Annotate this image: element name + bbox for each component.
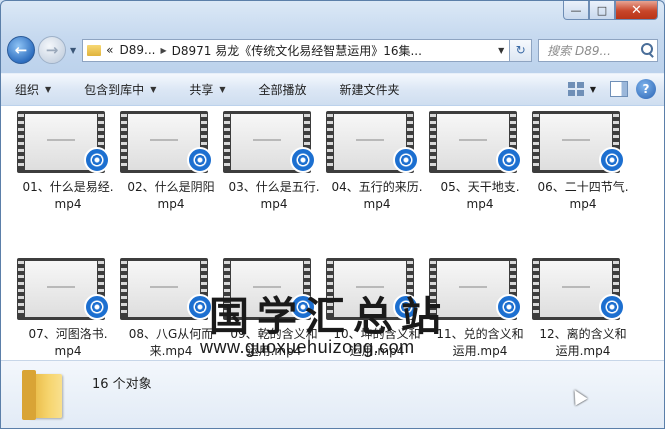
close-button[interactable]: ✕	[615, 1, 658, 20]
media-player-icon	[84, 294, 110, 320]
explorer-window: — □ ✕ ← → ▼ « D89... ▶ D8971 易龙《传统文化易经智慧…	[0, 0, 665, 429]
file-name-line1: 01、什么是易经.	[22, 180, 114, 194]
file-name-line1: 07、河图洛书.	[28, 327, 108, 341]
file-name-line1: 03、什么是五行.	[228, 180, 320, 194]
back-button[interactable]: ←	[7, 36, 35, 64]
media-player-icon	[496, 294, 522, 320]
breadcrumb-overflow[interactable]: «	[106, 43, 113, 57]
item-count: 16 个对象	[92, 377, 152, 392]
play-all-button[interactable]: 全部播放	[259, 81, 307, 98]
address-dropdown-icon[interactable]: ▼	[493, 46, 509, 55]
file-name-line2: mp4	[569, 197, 597, 211]
chevron-down-icon: ▼	[45, 85, 52, 94]
file-name[interactable]: 02、什么是阴阳 mp4	[112, 179, 230, 213]
media-player-icon	[599, 147, 625, 173]
navigation-row: ← → ▼ « D89... ▶ D8971 易龙《传统文化易经智慧运用》16集…	[7, 35, 658, 65]
minimize-button[interactable]: —	[563, 1, 589, 20]
chevron-down-icon: ▼	[150, 85, 157, 94]
media-player-icon	[599, 294, 625, 320]
organize-menu[interactable]: 组织 ▼	[15, 81, 51, 98]
film-strip-icon	[121, 114, 127, 170]
file-name-line2: 运用.mp4	[555, 344, 611, 358]
maximize-button[interactable]: □	[589, 1, 615, 20]
file-name-line2: mp4	[54, 197, 82, 211]
file-name[interactable]: 12、离的含义和 运用.mp4	[524, 326, 642, 360]
file-name[interactable]: 04、五行的来历. mp4	[318, 179, 436, 213]
folder-icon	[87, 44, 102, 56]
media-player-icon	[290, 147, 316, 173]
search-icon[interactable]	[637, 40, 657, 60]
film-strip-icon	[430, 114, 436, 170]
film-strip-icon	[327, 114, 333, 170]
media-player-icon	[496, 147, 522, 173]
folder-icon	[22, 370, 62, 420]
search-input[interactable]: 搜索 D89...	[547, 42, 637, 59]
file-name-line2: mp4	[157, 197, 185, 211]
details-pane: 16 个对象	[1, 360, 664, 428]
recent-pages-dropdown[interactable]: ▼	[70, 46, 76, 55]
help-icon[interactable]: ?	[636, 79, 656, 99]
watermark-url: www.guoxuehuizong.com	[200, 337, 415, 357]
search-box[interactable]: 搜索 D89...	[538, 38, 658, 62]
mouse-cursor-icon	[568, 386, 588, 406]
file-list: 01、什么是易经. mp4 02、什么是阴阳 mp4 03、什么是五行. mp4 04、五行…	[1, 106, 664, 360]
include-in-library-label: 包含到库中	[84, 83, 145, 97]
refresh-button[interactable]: ↻	[510, 38, 533, 62]
forward-button[interactable]: →	[38, 36, 66, 64]
organize-label: 组织	[15, 83, 40, 97]
file-name[interactable]: 07、河图洛书. mp4	[9, 326, 127, 360]
file-name-line1: 06、二十四节气.	[537, 180, 629, 194]
address-bar[interactable]: « D89... ▶ D8971 易龙《传统文化易经智慧运用》16集... ▼	[82, 38, 511, 62]
file-name-line1: 05、天干地支.	[440, 180, 520, 194]
include-in-library-menu[interactable]: 包含到库中 ▼	[84, 81, 156, 98]
watermark-title: 国学汇总站	[209, 294, 449, 340]
file-name-line2: mp4	[466, 197, 494, 211]
file-name[interactable]: 06、二十四节气. mp4	[524, 179, 642, 213]
film-strip-icon	[533, 261, 539, 317]
share-menu[interactable]: 共享 ▼	[189, 81, 225, 98]
file-name-line2: 运用.mp4	[452, 344, 508, 358]
play-all-label: 全部播放	[258, 83, 307, 97]
command-bar: 组织 ▼ 包含到库中 ▼ 共享 ▼ 全部播放 新建文件夹 ▼ ?	[1, 73, 664, 105]
film-strip-icon	[533, 114, 539, 170]
new-folder-label: 新建文件夹	[339, 83, 400, 97]
chevron-down-icon: ▼	[219, 85, 226, 94]
share-label: 共享	[189, 83, 214, 97]
file-name-line2: mp4	[54, 344, 82, 358]
file-name-line1: 04、五行的来历.	[331, 180, 423, 194]
change-view-icon[interactable]	[566, 80, 586, 98]
film-strip-icon	[18, 114, 24, 170]
file-name-line1: 12、离的含义和	[539, 327, 627, 341]
preview-pane-icon[interactable]	[610, 81, 628, 97]
file-name-line2: mp4	[260, 197, 288, 211]
media-player-icon	[187, 147, 213, 173]
new-folder-button[interactable]: 新建文件夹	[340, 81, 400, 98]
view-options-dropdown[interactable]: ▼	[590, 85, 596, 94]
film-strip-icon	[18, 261, 24, 317]
file-name[interactable]: 03、什么是五行. mp4	[215, 179, 333, 213]
media-player-icon	[84, 147, 110, 173]
breadcrumb-item-current[interactable]: D8971 易龙《传统文化易经智慧运用》16集...	[172, 42, 422, 59]
caption-buttons: — □ ✕	[563, 1, 658, 20]
breadcrumb-item-parent[interactable]: D89...	[120, 43, 156, 57]
file-name-line2: mp4	[363, 197, 391, 211]
file-name[interactable]: 01、什么是易经. mp4	[9, 179, 127, 213]
breadcrumb-separator-icon[interactable]: ▶	[160, 46, 166, 55]
media-player-icon	[393, 147, 419, 173]
file-name-line1: 02、什么是阴阳	[127, 180, 215, 194]
film-strip-icon	[224, 114, 230, 170]
toolbar-right: ▼ ?	[566, 79, 656, 99]
film-strip-icon	[121, 261, 127, 317]
file-name[interactable]: 05、天干地支. mp4	[421, 179, 539, 213]
